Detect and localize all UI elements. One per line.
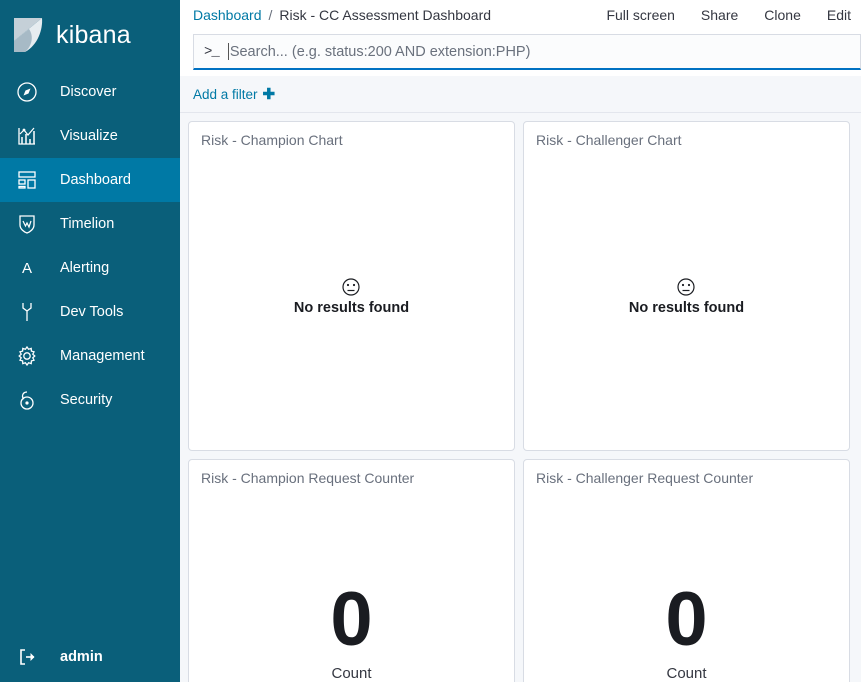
plus-icon: ✚ xyxy=(262,85,276,103)
sidebar-user-label: admin xyxy=(60,649,103,665)
dashboard-icon xyxy=(14,167,40,193)
breadcrumb-root[interactable]: Dashboard xyxy=(193,7,262,23)
panel-challenger-request-counter[interactable]: Risk - Challenger Request Counter 0 Coun… xyxy=(523,459,850,682)
sidebar-item-label: Timelion xyxy=(60,216,115,232)
timelion-icon xyxy=(14,211,40,237)
metric: 0 Count xyxy=(665,577,708,682)
clone-button[interactable]: Clone xyxy=(764,7,801,23)
search-input[interactable]: >_ Search... (e.g. status:200 AND extens… xyxy=(193,34,861,70)
panel-challenger-chart[interactable]: Risk - Challenger Chart No results found xyxy=(523,121,850,451)
sidebar-item-label: Dashboard xyxy=(60,172,131,188)
svg-text:A: A xyxy=(22,260,32,277)
sidebar-item-dashboard[interactable]: Dashboard xyxy=(0,158,180,202)
panel-title: Risk - Challenger Chart xyxy=(536,132,682,148)
panel-title: Risk - Champion Request Counter xyxy=(201,470,415,486)
metric-label: Count xyxy=(666,664,707,682)
edit-button[interactable]: Edit xyxy=(827,7,851,23)
sidebar-item-dev-tools[interactable]: Dev Tools xyxy=(0,290,180,334)
sidebar-item-label: Management xyxy=(60,348,145,364)
sidebar-item-label: Alerting xyxy=(60,260,110,276)
panel-body: 0 Count xyxy=(189,486,514,682)
lock-icon xyxy=(14,387,40,413)
panel-champion-request-counter[interactable]: Risk - Champion Request Counter 0 Count xyxy=(188,459,515,682)
sidebar-item-security[interactable]: Security xyxy=(0,378,180,422)
metric: 0 Count xyxy=(330,577,373,682)
dashboard-grid: Risk - Champion Chart No results found R… xyxy=(180,113,861,682)
bar-chart-icon xyxy=(14,123,40,149)
topbar: Dashboard / Risk - CC Assessment Dashboa… xyxy=(180,0,861,30)
search-placeholder: Search... (e.g. status:200 AND extension… xyxy=(229,43,531,60)
sidebar-item-label: Visualize xyxy=(60,128,118,144)
sidebar-item-label: Security xyxy=(60,392,113,408)
wrench-icon xyxy=(14,299,40,325)
brand[interactable]: kibana xyxy=(0,0,180,70)
sidebar-item-label: Dev Tools xyxy=(60,304,124,320)
sidebar-item-discover[interactable]: Discover xyxy=(0,70,180,114)
kibana-logo-icon xyxy=(12,17,46,53)
sidebar-item-alerting[interactable]: A Alerting xyxy=(0,246,180,290)
empty-text: No results found xyxy=(293,300,410,316)
query-bar: >_ Search... (e.g. status:200 AND extens… xyxy=(180,30,861,76)
sidebar-user-admin[interactable]: admin xyxy=(0,632,180,682)
panel-body: 0 Count xyxy=(524,486,849,682)
console-prompt-icon: >_ xyxy=(204,43,220,60)
panel-title: Risk - Champion Chart xyxy=(201,132,343,148)
sidebar: kibana Discover Visualize Dashboard Time… xyxy=(0,0,180,682)
metric-label: Count xyxy=(331,664,372,682)
panel-body: No results found xyxy=(524,148,849,450)
breadcrumb-separator: / xyxy=(268,7,273,23)
sidebar-item-management[interactable]: Management xyxy=(0,334,180,378)
sidebar-item-visualize[interactable]: Visualize xyxy=(0,114,180,158)
topbar-actions: Full screen Share Clone Edit xyxy=(606,7,861,23)
filter-bar: Add a filter ✚ xyxy=(180,76,861,113)
empty-state: No results found xyxy=(629,276,744,316)
brand-name: kibana xyxy=(56,20,131,49)
metric-value: 0 xyxy=(330,577,373,663)
full-screen-button[interactable]: Full screen xyxy=(606,7,674,23)
empty-state: No results found xyxy=(294,276,409,316)
main-content: Dashboard / Risk - CC Assessment Dashboa… xyxy=(180,0,861,682)
add-filter-button[interactable]: Add a filter ✚ xyxy=(193,87,275,102)
neutral-face-icon xyxy=(675,276,697,298)
sidebar-item-label: Discover xyxy=(60,84,117,100)
sidebar-item-timelion[interactable]: Timelion xyxy=(0,202,180,246)
panel-body: No results found xyxy=(189,148,514,450)
breadcrumb-current: Risk - CC Assessment Dashboard xyxy=(279,7,492,23)
kibana-app: kibana Discover Visualize Dashboard Time… xyxy=(0,0,861,682)
letter-a-icon: A xyxy=(14,255,40,281)
neutral-face-icon xyxy=(340,276,362,298)
panel-champion-chart[interactable]: Risk - Champion Chart No results found xyxy=(188,121,515,451)
share-button[interactable]: Share xyxy=(701,7,738,23)
gear-icon xyxy=(14,343,40,369)
panel-title: Risk - Challenger Request Counter xyxy=(536,470,754,486)
logout-icon xyxy=(14,644,40,670)
breadcrumb: Dashboard / Risk - CC Assessment Dashboa… xyxy=(193,7,491,23)
metric-value: 0 xyxy=(665,577,708,663)
text-caret xyxy=(227,43,229,60)
compass-icon xyxy=(14,79,40,105)
empty-text: No results found xyxy=(628,300,745,316)
sidebar-nav: Discover Visualize Dashboard Timelion A … xyxy=(0,70,180,422)
add-filter-label: Add a filter xyxy=(193,86,258,102)
